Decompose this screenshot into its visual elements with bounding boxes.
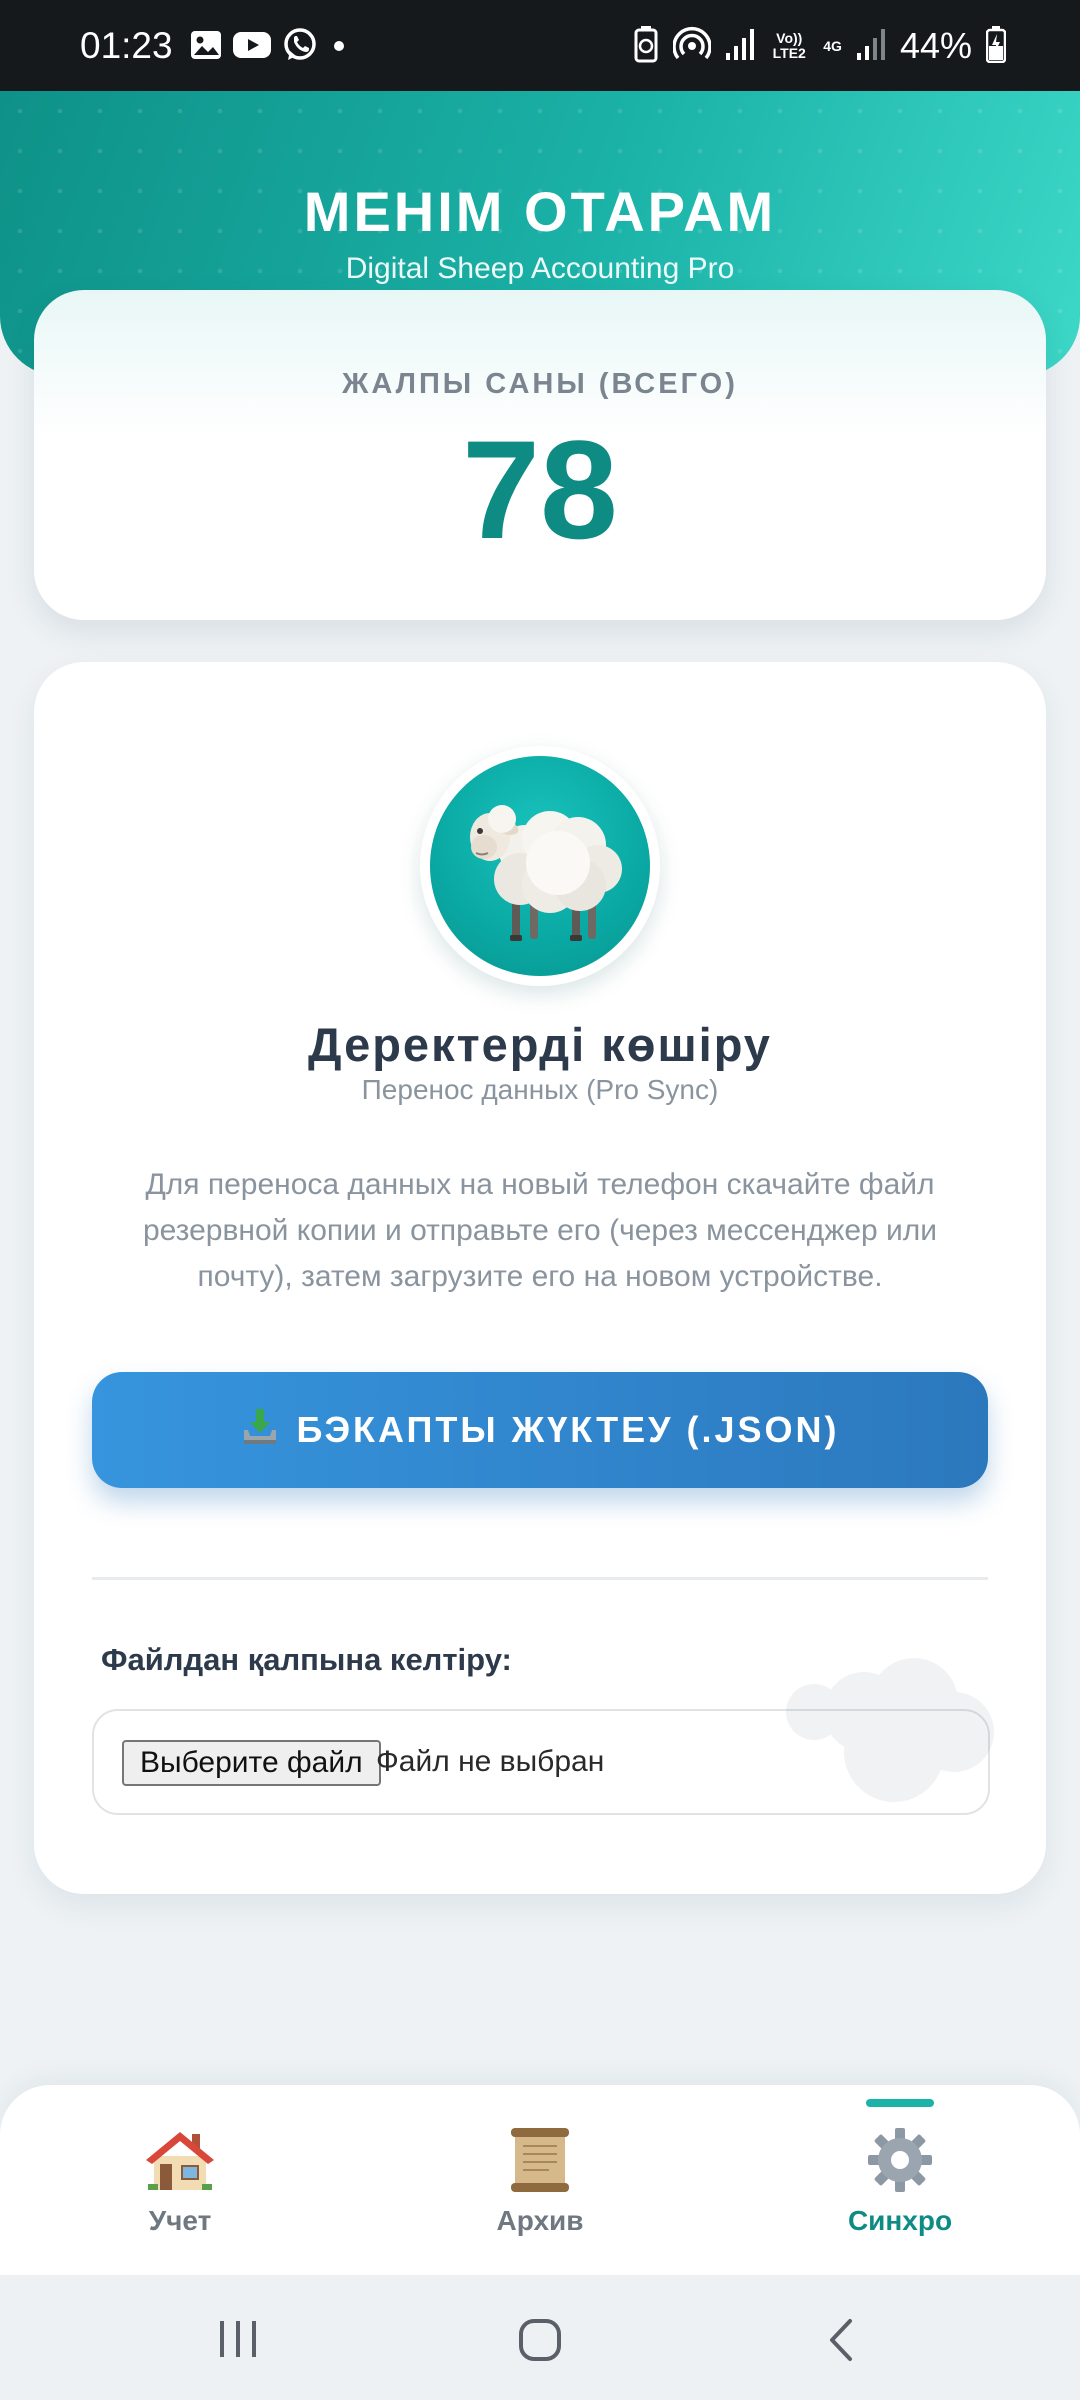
app-title: МЕНІМ ОТАРАМ [303, 180, 777, 243]
sync-subtitle: Перенос данных (Pro Sync) [361, 1074, 719, 1105]
dot-icon [328, 30, 350, 65]
system-navigation-bar [0, 2275, 1080, 2400]
sync-title: Деректерді көшіру [308, 1018, 772, 1071]
download-backup-button[interactable]: БЭКАПТЫ ЖҮКТЕУ (.JSON) [92, 1372, 988, 1488]
home-icon[interactable] [518, 2318, 562, 2362]
recent-apps-icon[interactable] [216, 2319, 260, 2359]
nav-tab-archive-label: Архив [496, 2205, 584, 2236]
hotspot-icon [672, 25, 712, 68]
choose-file-button[interactable]: Выберите файл [122, 1740, 381, 1786]
battery-saver-icon [633, 25, 659, 68]
youtube-icon [232, 30, 272, 65]
download-tray-icon [240, 1406, 280, 1455]
total-count-label: ЖАЛПЫ САНЫ (ВСЕГО) [342, 368, 738, 400]
battery-icon [985, 25, 1007, 68]
back-icon[interactable] [826, 2317, 858, 2363]
nav-tab-sync-label: Синхро [847, 2205, 953, 2236]
sync-card: Деректерді көшіру Перенос данных (Pro Sy… [34, 662, 1046, 1894]
sync-avatar [420, 746, 660, 986]
app-subtitle: Digital Sheep Accounting Pro [345, 252, 735, 285]
network-type: 4G [823, 37, 842, 54]
file-status-text: Файл не выбран [376, 1745, 605, 1778]
section-divider [92, 1577, 988, 1580]
volte-label: Vo)) LTE2 [772, 30, 806, 61]
sheep-watermark-icon [786, 1658, 994, 1802]
bottom-navigation: Учет Архив Синхро [0, 2085, 1080, 2275]
sync-description: Для переноса данных на новый телефон ска… [142, 1168, 938, 1293]
house-icon [146, 2132, 214, 2190]
signal-icon [856, 27, 886, 66]
gear-icon [868, 2128, 932, 2192]
whatsapp-icon [282, 27, 318, 68]
restore-from-file-label: Файлдан қалпына келтіру: [101, 1642, 512, 1677]
signal-icon [725, 27, 755, 66]
nav-tab-archive[interactable]: Архив [360, 2085, 720, 2275]
status-bar: 01:23 Vo)) LTE2 4G 44% [0, 0, 1080, 91]
download-backup-label: БЭКАПТЫ ЖҮКТЕУ (.JSON) [296, 1409, 840, 1450]
total-count-card: ЖАЛПЫ САНЫ (ВСЕГО) 78 [34, 290, 1046, 620]
status-time: 01:23 [80, 24, 173, 66]
nav-tab-sync[interactable]: Синхро [720, 2085, 1080, 2275]
gallery-icon [190, 30, 222, 65]
scroll-icon [511, 2128, 569, 2192]
notification-icons [190, 27, 350, 65]
battery-percent: 44% [899, 25, 972, 66]
system-icons: Vo)) LTE2 4G 44% [633, 25, 1007, 68]
total-count-value: 78 [462, 411, 618, 568]
nav-tab-accounting[interactable]: Учет [0, 2085, 360, 2275]
sheep-icon [470, 805, 622, 941]
nav-tab-accounting-label: Учет [148, 2205, 212, 2236]
